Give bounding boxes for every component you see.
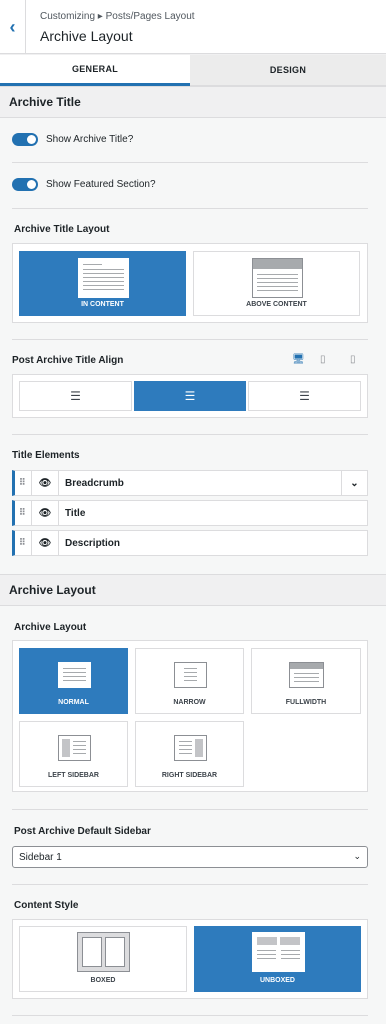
divider	[12, 809, 368, 810]
title-element-row[interactable]: ⠿ 👁 Description	[12, 530, 368, 556]
tablet-icon[interactable]: ▯	[320, 354, 326, 365]
back-button[interactable]: ‹	[0, 0, 26, 54]
divider	[12, 884, 368, 885]
align-right-button[interactable]: ☰	[248, 381, 361, 411]
content-style-label: Content Style	[14, 900, 79, 911]
divider	[12, 434, 368, 435]
archive-title-layout-label: Archive Title Layout	[14, 224, 110, 235]
archive-layout-left-sidebar[interactable]: LEFT SIDEBAR	[19, 721, 128, 787]
content-style-unboxed[interactable]: UNBOXED	[194, 926, 361, 992]
default-sidebar-value: Sidebar 1	[19, 852, 62, 863]
desktop-icon[interactable]: 🖥	[292, 354, 305, 365]
above-content-icon	[252, 258, 303, 298]
mobile-icon[interactable]: ▯	[350, 354, 356, 365]
show-archive-title-toggle[interactable]	[12, 133, 38, 146]
title-element-row[interactable]: ⠿ 👁 Breadcrumb ⌄	[12, 470, 368, 496]
title-element-row[interactable]: ⠿ 👁 Title	[12, 500, 368, 526]
normal-layout-icon	[58, 662, 91, 688]
divider	[12, 162, 368, 163]
visibility-toggle-icon[interactable]: 👁	[31, 531, 59, 555]
archive-layout-fullwidth[interactable]: FULLWIDTH	[251, 648, 361, 714]
right-sidebar-layout-icon	[174, 735, 207, 761]
title-element-name: Title	[65, 508, 86, 519]
layout-option-in-content[interactable]: IN CONTENT	[19, 251, 186, 316]
default-sidebar-label: Post Archive Default Sidebar	[14, 826, 151, 837]
show-featured-section-toggle[interactable]	[12, 178, 38, 191]
title-align-label: Post Archive Title Align	[12, 355, 124, 366]
archive-layout-label: Archive Layout	[14, 622, 87, 633]
archive-layout-right-sidebar[interactable]: RIGHT SIDEBAR	[135, 721, 244, 787]
divider	[12, 208, 368, 209]
divider	[12, 1015, 368, 1016]
drag-handle-icon[interactable]: ⠿	[19, 477, 26, 488]
title-elements-label: Title Elements	[12, 450, 80, 461]
archive-layout-option-label: NORMAL	[58, 699, 89, 706]
fullwidth-layout-icon	[289, 662, 324, 688]
chevron-down-icon[interactable]: ⌄	[341, 471, 367, 495]
visibility-toggle-icon[interactable]: 👁	[31, 471, 59, 495]
content-style-option-label: UNBOXED	[259, 977, 295, 984]
visibility-toggle-icon[interactable]: 👁	[31, 501, 59, 525]
divider	[12, 339, 368, 340]
drag-handle-icon[interactable]: ⠿	[19, 537, 26, 548]
chevron-down-icon: ⌄	[353, 851, 361, 861]
align-center-icon: ☰	[184, 389, 196, 403]
layout-option-above-content[interactable]: ABOVE CONTENT	[193, 251, 360, 316]
left-sidebar-layout-icon	[58, 735, 91, 761]
section-heading-archive-layout: Archive Layout	[0, 574, 386, 606]
tab-design[interactable]: DESIGN	[190, 55, 386, 86]
content-style-option-label: BOXED	[90, 977, 116, 984]
archive-layout-option-label: RIGHT SIDEBAR	[161, 772, 218, 779]
archive-layout-option-label: NARROW	[173, 699, 206, 706]
tab-general[interactable]: GENERAL	[0, 55, 190, 86]
layout-option-label: ABOVE CONTENT	[246, 301, 307, 308]
chevron-left-icon: ‹	[9, 16, 16, 37]
archive-layout-normal[interactable]: NORMAL	[19, 648, 128, 714]
narrow-layout-icon	[174, 662, 207, 688]
align-right-icon: ☰	[299, 389, 310, 403]
in-content-icon	[78, 258, 129, 298]
boxed-style-icon	[77, 932, 130, 972]
align-center-button[interactable]: ☰	[134, 381, 246, 411]
unboxed-style-icon	[252, 932, 305, 972]
align-left-button[interactable]: ☰	[19, 381, 132, 411]
page-title: Archive Layout	[40, 28, 133, 44]
breadcrumb: Customizing ▸ Posts/Pages Layout	[40, 11, 195, 22]
show-archive-title-label: Show Archive Title?	[46, 134, 134, 145]
archive-layout-narrow[interactable]: NARROW	[135, 648, 244, 714]
customizer-header: ‹ Customizing ▸ Posts/Pages Layout Archi…	[0, 0, 386, 54]
show-featured-section-label: Show Featured Section?	[46, 179, 156, 190]
archive-layout-option-label: LEFT SIDEBAR	[48, 772, 99, 779]
section-heading-archive-title: Archive Title	[0, 86, 386, 118]
title-element-name: Breadcrumb	[65, 478, 124, 489]
archive-layout-option-label: FULLWIDTH	[285, 699, 327, 706]
default-sidebar-select[interactable]: Sidebar 1 ⌄	[12, 846, 368, 868]
drag-handle-icon[interactable]: ⠿	[19, 507, 26, 518]
tab-bar: GENERAL DESIGN	[0, 55, 386, 86]
layout-option-label: IN CONTENT	[81, 301, 124, 308]
content-style-boxed[interactable]: BOXED	[19, 926, 187, 992]
align-left-icon: ☰	[70, 389, 81, 403]
title-element-name: Description	[65, 538, 121, 549]
